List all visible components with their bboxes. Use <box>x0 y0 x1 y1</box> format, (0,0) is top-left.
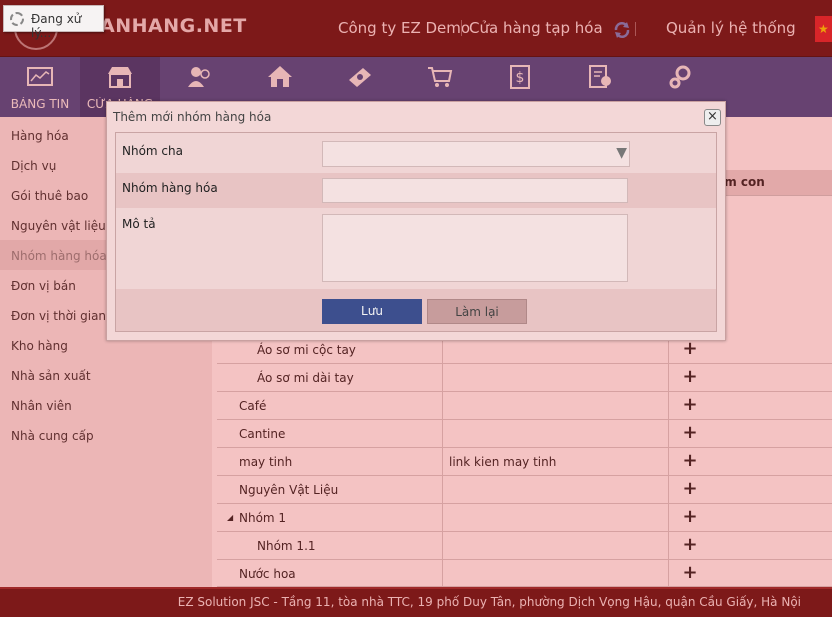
nav-item-dashboard[interactable]: BẢNG TIN <box>0 57 80 117</box>
dollar-doc-icon: $ <box>510 65 530 89</box>
add-group-dialog: Thêm mới nhóm hàng hóa × Nhóm cha ▼ Nhóm… <box>106 101 726 341</box>
add-child-icon[interactable]: + <box>682 451 698 471</box>
row-name: may tinh <box>239 455 293 469</box>
table-row[interactable]: Nhóm 1.1 + <box>217 532 832 560</box>
sidebar-item-suppliers[interactable]: Nhà cung cấp <box>11 429 94 443</box>
form-button-bar: Lưu Làm lại <box>116 289 716 331</box>
home-icon <box>268 66 292 87</box>
sidebar-item-employees[interactable]: Nhân viên <box>11 399 72 413</box>
parent-group-label: Nhóm cha <box>122 144 183 158</box>
svg-text:$: $ <box>516 70 525 86</box>
sidebar-item-product-groups[interactable]: Nhóm hàng hóa <box>11 249 107 263</box>
group-form: Nhóm cha ▼ Nhóm hàng hóa Mô tả Lưu Làm l… <box>115 132 717 332</box>
save-button[interactable]: Lưu <box>322 299 422 324</box>
flag-star-icon: ★ <box>818 22 829 36</box>
dashboard-icon <box>27 67 53 86</box>
row-description: link kien may tinh <box>449 455 557 469</box>
sync-icon[interactable] <box>612 20 632 40</box>
collapse-triangle-icon[interactable]: ◢ <box>227 513 233 522</box>
sidebar-item-products[interactable]: Hàng hóa <box>11 129 69 143</box>
add-child-icon[interactable]: + <box>682 507 698 527</box>
add-child-icon[interactable]: + <box>682 367 698 387</box>
spinner-icon <box>10 12 24 26</box>
store-icon <box>108 67 132 88</box>
sidebar-item-services[interactable]: Dịch vụ <box>11 159 56 173</box>
add-child-icon[interactable]: + <box>682 339 698 359</box>
sidebar-item-time-units[interactable]: Đơn vị thời gian <box>11 309 106 323</box>
users-icon <box>188 67 210 87</box>
description-textarea[interactable] <box>322 214 628 282</box>
row-name: Café <box>239 399 267 413</box>
table-row[interactable]: Nguyên Vật Liệu + <box>217 476 832 504</box>
store-name[interactable]: Cửa hàng tạp hóa <box>469 19 603 37</box>
footer-address: EZ Solution JSC - Tầng 11, tòa nhà TTC, … <box>177 595 801 609</box>
add-child-icon[interactable]: + <box>682 535 698 555</box>
loading-indicator: Đang xử lý... <box>3 5 104 40</box>
table-row[interactable]: ◢ Nhóm 1 + <box>217 504 832 532</box>
table-row[interactable]: Cantine + <box>217 420 832 448</box>
admin-link[interactable]: Quản lý hệ thống <box>666 19 796 37</box>
group-name-input[interactable] <box>322 178 628 203</box>
nav-label: BẢNG TIN <box>10 97 70 111</box>
row-name: Nước hoa <box>239 567 296 581</box>
top-header: ANHANG.NET Công ty EZ Demo Cửa hàng tạp … <box>0 0 832 57</box>
description-label: Mô tả <box>122 217 156 231</box>
table-row[interactable]: Áo sơ mi dài tay + <box>217 364 832 392</box>
add-child-icon[interactable]: + <box>682 423 698 443</box>
dropdown-arrow-icon: ▼ <box>616 145 627 161</box>
row-name: Áo sơ mi cộc tay <box>257 343 356 357</box>
close-icon[interactable]: × <box>704 109 721 126</box>
add-child-icon[interactable]: + <box>682 563 698 583</box>
header-divider <box>635 22 636 36</box>
table-row[interactable]: Café + <box>217 392 832 420</box>
group-name-label: Nhóm hàng hóa <box>122 181 218 195</box>
row-name: Nhóm 1 <box>239 511 287 525</box>
header-divider <box>461 20 462 36</box>
row-name: Cantine <box>239 427 286 441</box>
sidebar-item-sale-units[interactable]: Đơn vị bán <box>11 279 76 293</box>
row-name: Nguyên Vật Liệu <box>239 483 339 497</box>
row-name: Áo sơ mi dài tay <box>257 371 354 385</box>
row-name: Nhóm 1.1 <box>257 539 316 553</box>
cart-icon <box>428 67 453 87</box>
sidebar-item-warehouses[interactable]: Kho hàng <box>11 339 68 353</box>
sidebar-item-subscriptions[interactable]: Gói thuê bao <box>11 189 88 203</box>
table-row[interactable]: Nước hoa + <box>217 560 832 588</box>
reset-button[interactable]: Làm lại <box>427 299 527 324</box>
dialog-title: Thêm mới nhóm hàng hóa <box>113 110 272 124</box>
loading-text: Đang xử lý... <box>31 12 82 40</box>
add-child-icon[interactable]: + <box>682 479 698 499</box>
report-icon <box>589 65 611 88</box>
footer: EZ Solution JSC - Tầng 11, tòa nhà TTC, … <box>0 587 832 617</box>
logo-text: ANHANG.NET <box>100 15 247 37</box>
money-icon <box>349 68 371 87</box>
gears-icon <box>669 65 691 89</box>
company-name[interactable]: Công ty EZ Demo <box>338 19 470 37</box>
sidebar-item-materials[interactable]: Nguyên vật liệu <box>11 219 106 233</box>
sidebar-item-manufacturers[interactable]: Nhà sản xuất <box>11 369 91 383</box>
parent-group-select[interactable]: ▼ <box>322 141 630 167</box>
table-row[interactable]: may tinh link kien may tinh + <box>217 448 832 476</box>
add-child-icon[interactable]: + <box>682 395 698 415</box>
